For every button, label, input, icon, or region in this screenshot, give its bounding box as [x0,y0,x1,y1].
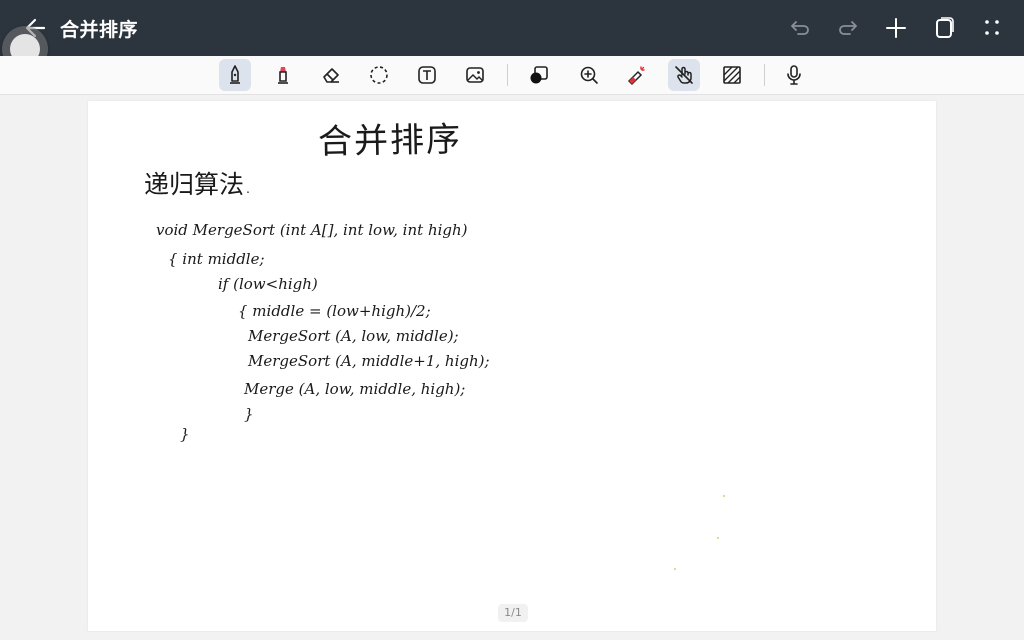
pen-tool[interactable] [219,59,251,91]
handwritten-subtitle: 递归算法. [144,170,252,199]
code-line-5: MergeSort (A, low, middle); [248,327,459,345]
page-number-indicator[interactable]: 1/1 [498,604,528,622]
copy-pages-icon [936,17,954,38]
highlighter-icon [278,67,288,84]
pages-button[interactable] [930,14,958,42]
note-page-canvas[interactable]: 合并排序 递归算法. void MergeSort (int A[], int … [88,101,936,631]
microphone-icon [787,65,801,85]
laser-pointer-icon [627,66,645,86]
pattern-tool[interactable] [716,59,748,91]
code-line-2: { int middle; [168,250,265,268]
shapes-tool[interactable] [523,59,555,91]
more-button[interactable] [978,14,1006,42]
shapes-icon [530,66,548,84]
ink-speck [723,495,725,497]
ink-speck [717,537,719,539]
finger-draw-off-icon [675,66,693,84]
image-tool[interactable] [459,59,491,91]
code-line-6: MergeSort (A, middle+1, high); [248,352,490,370]
lasso-tool[interactable] [363,59,395,91]
text-box-icon [418,66,436,84]
more-dots-icon [985,20,999,35]
note-title: 合并排序 [60,19,139,41]
code-line-4: { middle = (low+high)/2; [238,302,431,320]
toolbar-divider-2 [764,64,765,86]
ink-speck [674,568,676,570]
pen-icon [230,65,240,84]
undo-icon [791,21,809,35]
image-icon [466,67,484,83]
voice-input-tool[interactable] [778,59,810,91]
code-line-1: void MergeSort (int A[], int low, int hi… [156,221,468,239]
code-line-8: } [244,405,254,423]
drawing-toolbar [0,56,1024,95]
plus-icon [886,18,906,38]
redo-icon [839,21,857,35]
highlighter-tool[interactable] [267,59,299,91]
handwritten-title: 合并排序 [317,119,463,163]
top-actions [786,14,1006,42]
hatch-pattern-icon [723,66,741,84]
finger-draw-toggle[interactable] [668,59,700,91]
lasso-icon [370,66,388,84]
eraser-icon [323,68,339,83]
toolbar-divider [507,64,508,86]
laser-pointer-tool[interactable] [620,59,652,91]
code-line-9: } [180,425,190,443]
code-line-7: Merge (A, low, middle, high); [244,380,466,398]
text-tool[interactable] [411,59,443,91]
zoom-in-icon [580,66,598,84]
top-app-bar: 合并排序 [0,0,1024,56]
undo-button[interactable] [786,14,814,42]
redo-button[interactable] [834,14,862,42]
zoom-tool[interactable] [573,59,605,91]
code-line-3: if (low<high) [218,275,318,293]
eraser-tool[interactable] [315,59,347,91]
add-button[interactable] [882,14,910,42]
